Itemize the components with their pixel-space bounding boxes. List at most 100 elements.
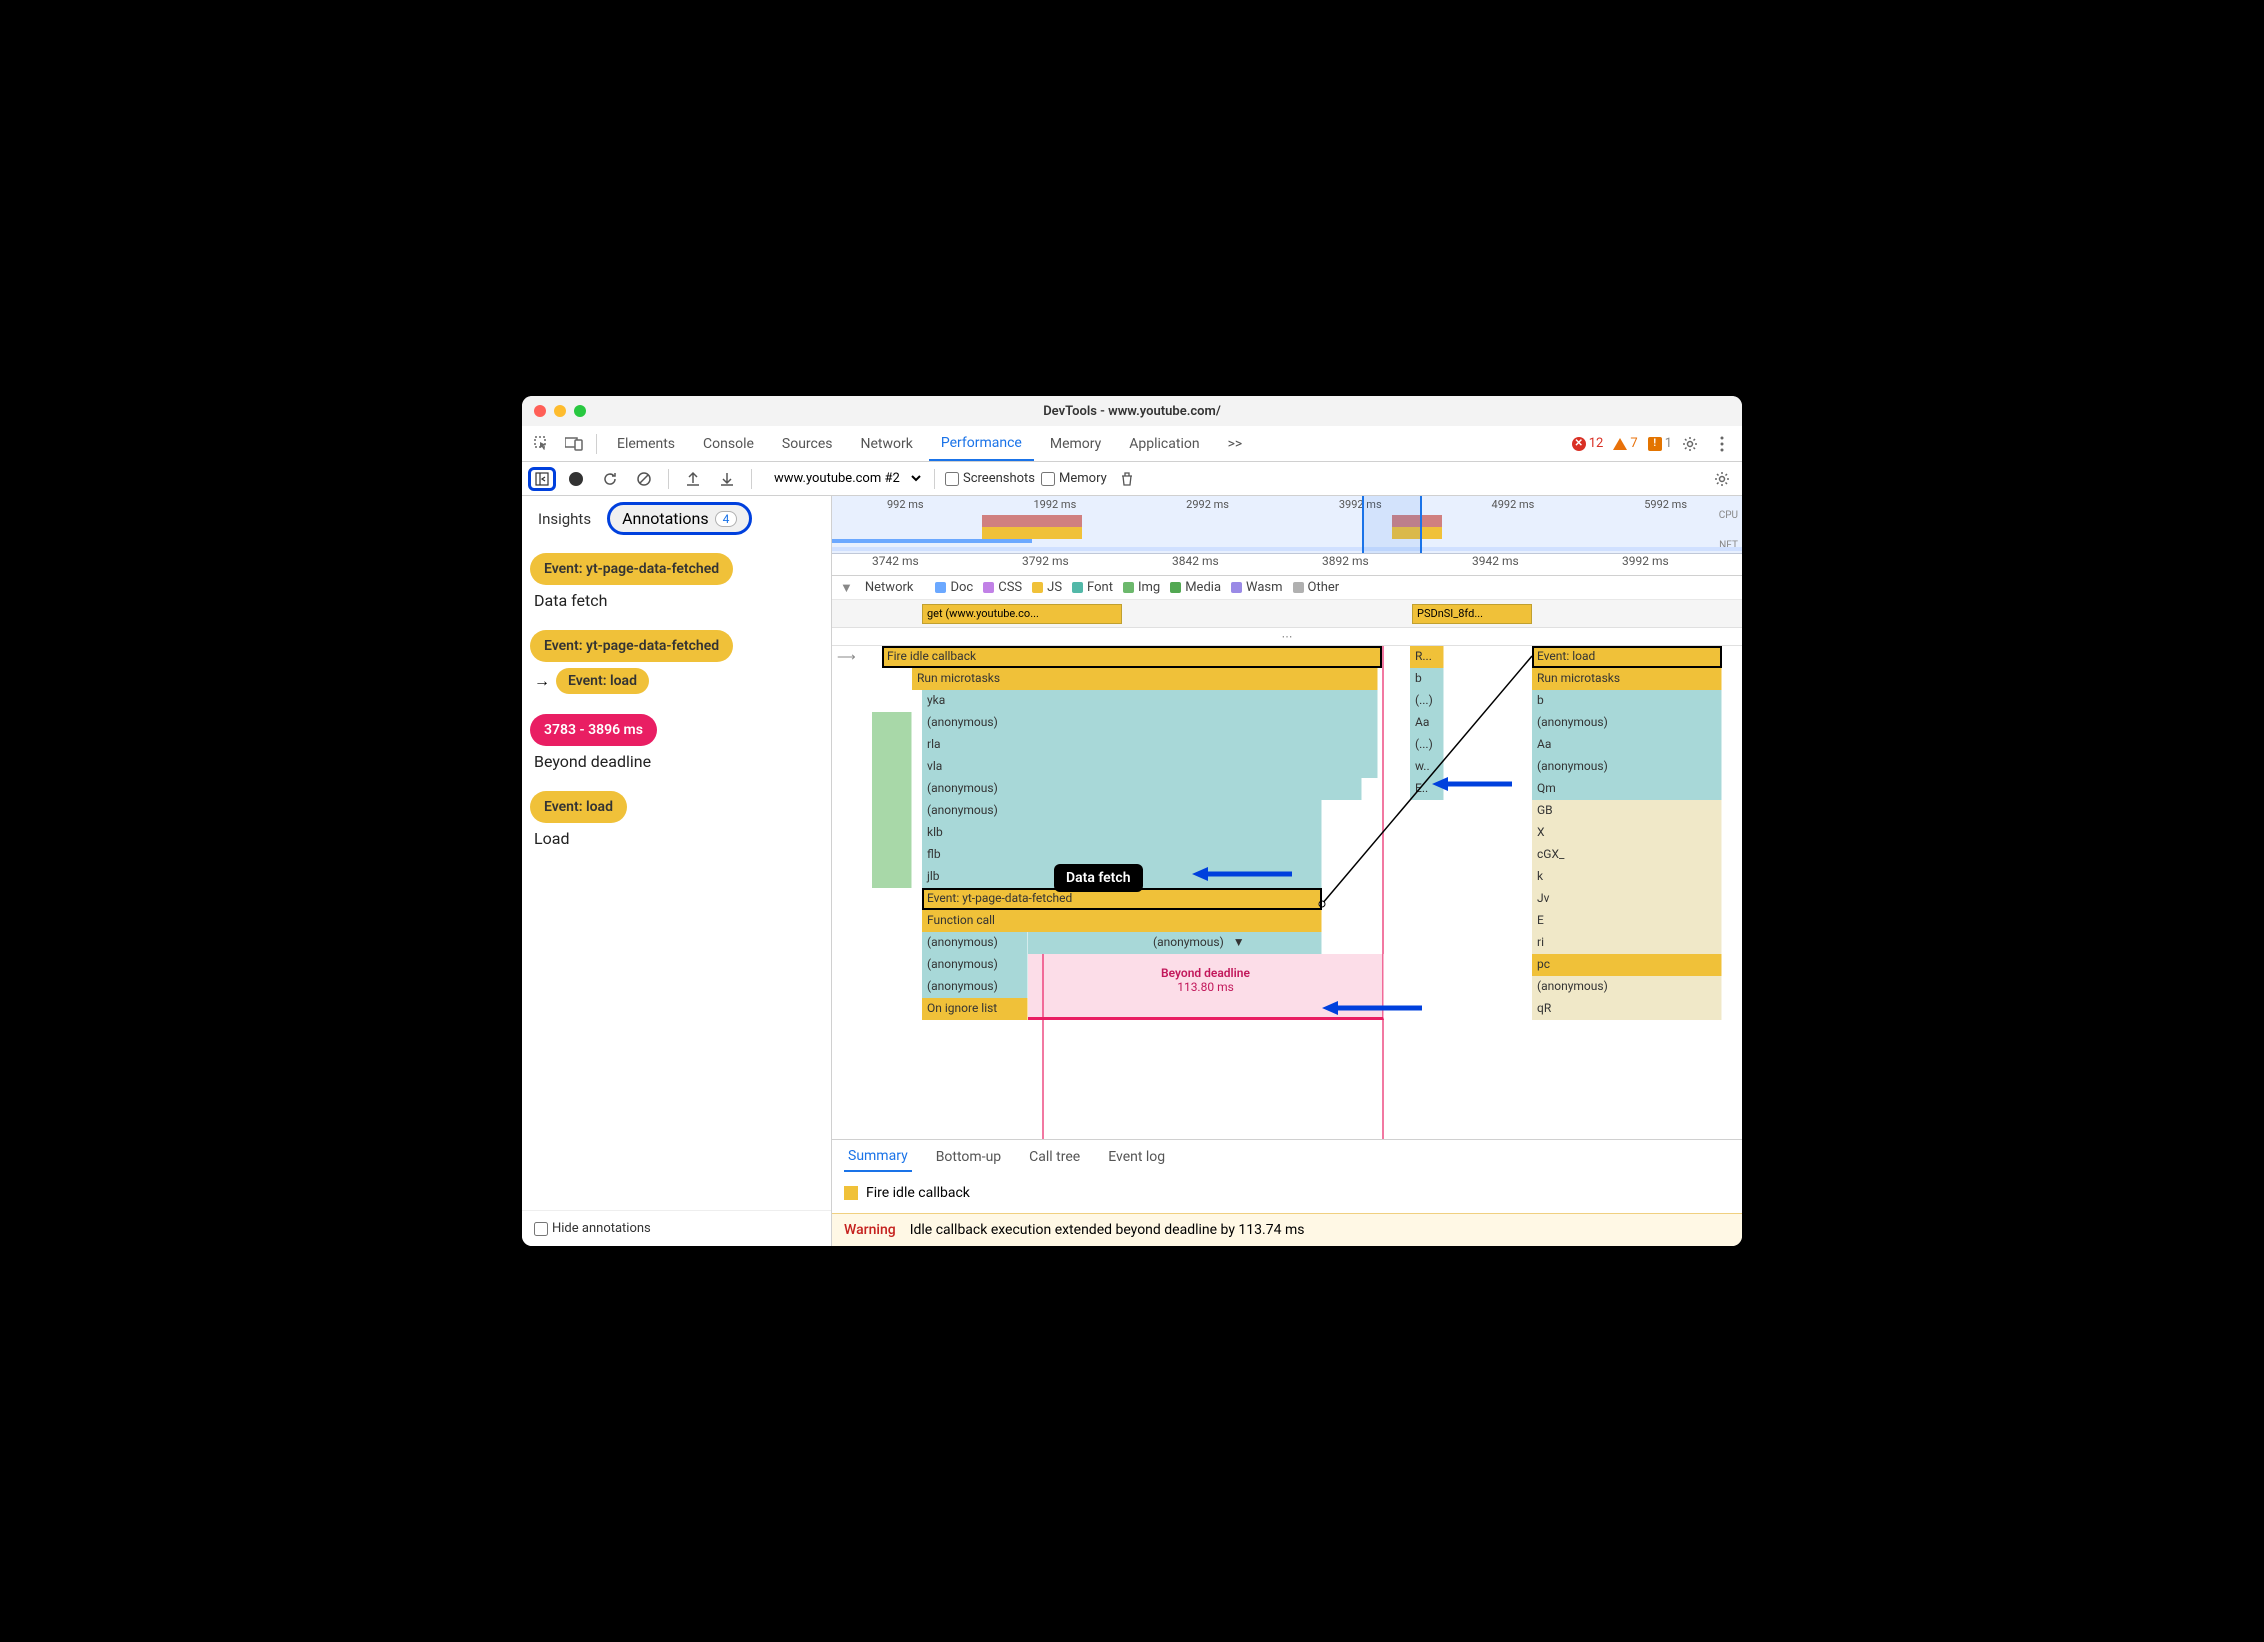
issue-icon: ! bbox=[1648, 437, 1662, 451]
console-badges[interactable]: ✕12 7 !1 bbox=[1572, 436, 1672, 451]
network-track-header[interactable]: ▼ Network DocCSSJSFontImgMediaWasmOther bbox=[832, 576, 1742, 600]
flame-event[interactable]: (anonymous) bbox=[922, 800, 1322, 822]
flame-event[interactable] bbox=[872, 844, 912, 866]
flame-event[interactable] bbox=[872, 734, 912, 756]
hide-annotations-checkbox[interactable]: Hide annotations bbox=[534, 1221, 819, 1236]
flame-event[interactable]: E bbox=[1532, 910, 1722, 932]
flame-event[interactable]: R... bbox=[1410, 646, 1444, 668]
flame-event[interactable]: (anonymous) bbox=[922, 976, 1028, 998]
upload-icon[interactable] bbox=[679, 465, 707, 493]
flame-event[interactable]: qR bbox=[1532, 998, 1722, 1020]
flame-event[interactable] bbox=[872, 778, 912, 800]
screenshots-checkbox[interactable]: Screenshots bbox=[945, 471, 1035, 486]
flame-event[interactable]: (...) bbox=[1410, 734, 1444, 756]
minimize-window-button[interactable] bbox=[554, 405, 566, 417]
tab-sources[interactable]: Sources bbox=[770, 428, 845, 460]
annotation-item[interactable]: 3783 - 3896 ms Beyond deadline bbox=[530, 714, 823, 771]
flame-event[interactable]: Function call bbox=[922, 910, 1322, 932]
flame-event[interactable] bbox=[872, 712, 912, 734]
network-track[interactable]: get (www.youtube.co... PSDnSI_8fd... bbox=[832, 600, 1742, 628]
flame-event[interactable]: k bbox=[1532, 866, 1722, 888]
flame-chart[interactable]: Data fetch Load Fire idle callbackRun mi… bbox=[832, 646, 1742, 1139]
event-color-swatch bbox=[844, 1186, 858, 1200]
flame-event[interactable]: Aa bbox=[1410, 712, 1444, 734]
settings-gear-icon[interactable] bbox=[1676, 430, 1704, 458]
sidebar-tabs: Insights Annotations 4 bbox=[522, 496, 831, 541]
tab-memory[interactable]: Memory bbox=[1038, 428, 1113, 460]
flame-event[interactable] bbox=[872, 822, 912, 844]
tab-call-tree[interactable]: Call tree bbox=[1025, 1143, 1084, 1171]
flame-event[interactable]: On ignore list bbox=[922, 998, 1028, 1020]
network-request[interactable]: get (www.youtube.co... bbox=[922, 604, 1122, 624]
tab-overflow[interactable]: >> bbox=[1216, 428, 1255, 460]
flame-event[interactable]: rla bbox=[922, 734, 1378, 756]
flame-event[interactable]: (...) bbox=[1410, 690, 1444, 712]
timeline-ruler: 3742 ms 3792 ms 3842 ms 3892 ms 3942 ms … bbox=[832, 554, 1742, 576]
clear-button[interactable] bbox=[630, 465, 658, 493]
annotation-item[interactable]: Event: yt-page-data-fetched → Event: loa… bbox=[530, 630, 823, 694]
timeline-overview[interactable]: 992 ms 1992 ms 2992 ms 3992 ms 4992 ms 5… bbox=[832, 496, 1742, 554]
tab-performance[interactable]: Performance bbox=[929, 427, 1034, 461]
flame-event[interactable]: pc bbox=[1532, 954, 1722, 976]
tab-event-log[interactable]: Event log bbox=[1104, 1143, 1169, 1171]
tab-elements[interactable]: Elements bbox=[605, 428, 687, 460]
reload-button[interactable] bbox=[596, 465, 624, 493]
annotation-item[interactable]: Event: load Load bbox=[530, 791, 823, 848]
flame-event[interactable] bbox=[872, 866, 912, 888]
details-tabs: Summary Bottom-up Call tree Event log bbox=[832, 1139, 1742, 1173]
maximize-window-button[interactable] bbox=[574, 405, 586, 417]
flame-event[interactable]: Jv bbox=[1532, 888, 1722, 910]
flame-event[interactable] bbox=[872, 800, 912, 822]
flame-event[interactable]: (anonymous) bbox=[1532, 712, 1722, 734]
close-window-button[interactable] bbox=[534, 405, 546, 417]
flame-event[interactable] bbox=[872, 756, 912, 778]
flame-event[interactable]: (anonymous) bbox=[922, 932, 1028, 954]
tab-network[interactable]: Network bbox=[849, 428, 925, 460]
warning-label: Warning bbox=[844, 1222, 896, 1238]
flame-event[interactable]: Run microtasks bbox=[1532, 668, 1722, 690]
tab-application[interactable]: Application bbox=[1117, 428, 1211, 460]
flame-event[interactable]: Qm bbox=[1532, 778, 1722, 800]
devtools-window: DevTools - www.youtube.com/ Elements Con… bbox=[522, 396, 1742, 1246]
warning-text: Idle callback execution extended beyond … bbox=[910, 1222, 1305, 1238]
flame-event[interactable]: b bbox=[1532, 690, 1722, 712]
flame-event[interactable]: X bbox=[1532, 822, 1722, 844]
flame-event[interactable]: (anonymous) bbox=[922, 712, 1378, 734]
flame-event[interactable]: yka bbox=[922, 690, 1378, 712]
annotation-item[interactable]: Event: yt-page-data-fetched Data fetch bbox=[530, 553, 823, 610]
flame-event[interactable]: (anonymous) bbox=[1532, 756, 1722, 778]
flame-event[interactable]: flb bbox=[922, 844, 1322, 866]
flame-event[interactable]: ri bbox=[1532, 932, 1722, 954]
flame-event[interactable]: GB bbox=[1532, 800, 1722, 822]
network-request[interactable]: PSDnSI_8fd... bbox=[1412, 604, 1532, 624]
summary-panel: Fire idle callback bbox=[832, 1173, 1742, 1213]
flame-event[interactable]: cGX_ bbox=[1532, 844, 1722, 866]
callout-data-fetch: Data fetch bbox=[1054, 864, 1143, 892]
overview-selection[interactable] bbox=[1362, 496, 1422, 553]
tab-insights[interactable]: Insights bbox=[530, 506, 599, 532]
record-button[interactable] bbox=[562, 465, 590, 493]
memory-checkbox[interactable]: Memory bbox=[1041, 471, 1107, 486]
device-toolbar-icon[interactable] bbox=[560, 430, 588, 458]
collapse-sidebar-button[interactable] bbox=[528, 467, 556, 491]
flame-event[interactable]: Aa bbox=[1532, 734, 1722, 756]
tab-bottom-up[interactable]: Bottom-up bbox=[932, 1143, 1005, 1171]
gc-icon[interactable] bbox=[1113, 465, 1141, 493]
flame-event[interactable]: (anonymous) bbox=[922, 954, 1028, 976]
flame-event[interactable]: klb bbox=[922, 822, 1322, 844]
download-icon[interactable] bbox=[713, 465, 741, 493]
flame-event[interactable]: (anonymous) bbox=[1532, 976, 1722, 998]
flame-event[interactable]: b bbox=[1410, 668, 1444, 690]
flame-event[interactable]: (anonymous) ▼ bbox=[1028, 932, 1322, 954]
recording-select[interactable]: www.youtube.com #2 bbox=[762, 468, 924, 489]
flame-event[interactable]: vla bbox=[922, 756, 1378, 778]
tab-summary[interactable]: Summary bbox=[844, 1142, 912, 1172]
kebab-menu-icon[interactable] bbox=[1708, 430, 1736, 458]
titlebar: DevTools - www.youtube.com/ bbox=[522, 396, 1742, 426]
tab-console[interactable]: Console bbox=[691, 428, 766, 460]
flame-event[interactable]: (anonymous) bbox=[922, 778, 1362, 800]
flame-event[interactable]: Run microtasks bbox=[912, 668, 1378, 690]
capture-settings-gear-icon[interactable] bbox=[1708, 465, 1736, 493]
inspect-element-icon[interactable] bbox=[528, 430, 556, 458]
tab-annotations[interactable]: Annotations 4 bbox=[607, 502, 752, 535]
